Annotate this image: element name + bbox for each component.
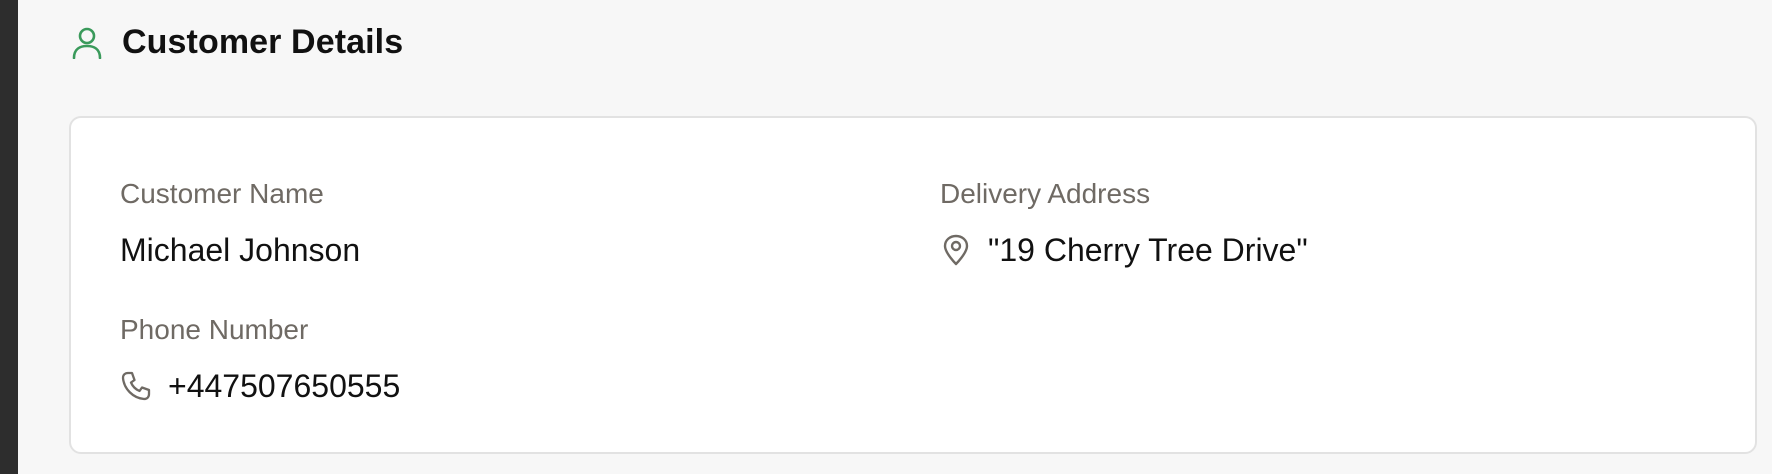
phone-number-text: +447507650555	[168, 368, 401, 404]
delivery-address-field: Delivery Address "19 Cherry Tree Drive"	[940, 177, 1308, 269]
delivery-address-text: "19 Cherry Tree Drive"	[988, 232, 1308, 268]
customer-name-label: Customer Name	[120, 178, 324, 209]
phone-number-field: Phone Number +447507650555	[120, 313, 400, 405]
customer-name-text: Michael Johnson	[120, 232, 361, 268]
map-pin-icon	[940, 234, 972, 266]
delivery-address-value: "19 Cherry Tree Drive"	[940, 231, 1308, 269]
customer-name-field: Customer Name Michael Johnson	[120, 177, 360, 269]
user-icon	[70, 25, 104, 59]
phone-icon	[120, 370, 152, 402]
delivery-address-label: Delivery Address	[940, 178, 1151, 209]
main-content: Customer Details Customer Name Michael J…	[18, 0, 1772, 474]
customer-details-header: Customer Details	[70, 14, 403, 70]
section-title: Customer Details	[122, 22, 404, 61]
phone-number-label: Phone Number	[120, 314, 309, 345]
left-sidebar-edge	[0, 0, 18, 474]
customer-details-card: Customer Name Michael Johnson Delivery A…	[69, 116, 1757, 454]
customer-name-value: Michael Johnson	[120, 231, 360, 269]
phone-number-value: +447507650555	[120, 367, 400, 405]
